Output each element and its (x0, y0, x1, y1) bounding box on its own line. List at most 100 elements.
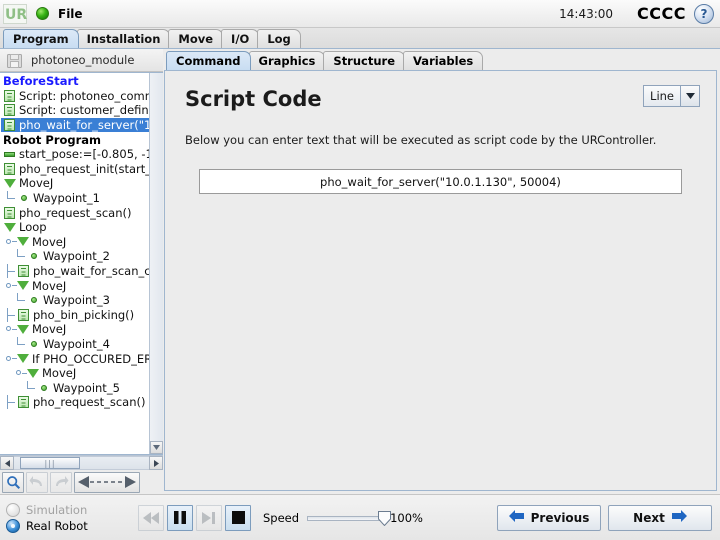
radio-simulation[interactable]: Simulation (6, 502, 134, 517)
page-title: Script Code (185, 87, 322, 111)
tree-row-label: Waypoint_5 (53, 380, 120, 395)
tree-row[interactable]: Loop (1, 220, 149, 235)
tree-row[interactable]: Script: customer_definition (1, 103, 149, 118)
tree-row-label: MoveJ (32, 322, 67, 337)
tree-row[interactable]: Waypoint_2 (1, 249, 149, 264)
radio-simulation-indicator (6, 502, 20, 517)
tree-row[interactable]: Waypoint_1 (1, 191, 149, 206)
tree-row-label: If PHO_OCCURED_ERR (32, 351, 149, 366)
tab-installation[interactable]: Installation (76, 29, 171, 48)
previous-label: Previous (530, 510, 590, 525)
tree-row[interactable]: If PHO_OCCURED_ERR (1, 351, 149, 366)
tree-row[interactable]: MoveJ (1, 235, 149, 250)
tab-command[interactable]: Command (166, 51, 251, 70)
tree-row[interactable]: pho_wait_for_server("10.0.1 (1, 117, 149, 133)
tree-row[interactable]: start_pose:=[-0.805, -1.79 (1, 147, 149, 162)
tree-expand-knob[interactable] (5, 352, 17, 366)
move-range-icon[interactable] (74, 471, 140, 493)
tab-io[interactable]: I/O (221, 29, 260, 48)
speed-slider[interactable] (307, 509, 392, 527)
script-node-icon (17, 265, 30, 278)
tree-row[interactable]: MoveJ (1, 366, 149, 381)
tree-row[interactable]: Robot Program (1, 132, 149, 147)
tree-horizontal-scrollbar[interactable]: ||| (0, 455, 163, 470)
tree-row-label: pho_bin_picking() (33, 307, 135, 322)
hscroll-track[interactable]: ||| (14, 456, 149, 470)
tree-connector (5, 264, 17, 279)
speed-slider-thumb[interactable] (378, 510, 392, 526)
tree-expand-knob[interactable] (5, 322, 17, 336)
arrow-right-icon (671, 510, 687, 525)
script-node-icon (3, 162, 16, 175)
tree-row[interactable]: MoveJ (1, 322, 149, 337)
tree-row[interactable]: Waypoint_4 (1, 336, 149, 352)
tree-row[interactable]: pho_request_init(start_pos (1, 162, 149, 177)
stop-icon[interactable] (225, 504, 251, 531)
next-button[interactable]: Next (608, 504, 712, 531)
tree-row[interactable]: pho_request_scan() (1, 205, 149, 220)
step-forward-icon[interactable] (196, 504, 222, 531)
script-code-input[interactable]: pho_wait_for_server("10.0.1.130", 50004) (199, 169, 682, 194)
radio-real-robot-indicator (6, 518, 20, 533)
search-icon[interactable] (2, 471, 24, 493)
redo-icon[interactable] (50, 471, 72, 493)
titlebar: UR File 14:43:00 CCCC ? (0, 0, 720, 28)
tree-expand-knob[interactable] (5, 279, 17, 293)
tab-program[interactable]: Program (3, 29, 79, 48)
speed-slider-track (307, 515, 390, 521)
scroll-down-arrow-icon[interactable] (150, 441, 163, 454)
waypoint-dot-icon (27, 294, 40, 307)
script-node-icon (17, 396, 30, 409)
tab-structure[interactable]: Structure (323, 51, 406, 70)
tree-expand-knob[interactable] (5, 235, 17, 249)
tree-row-label: Script: photoneo_common (19, 88, 149, 103)
tab-log[interactable]: Log (257, 29, 301, 48)
pause-icon[interactable] (167, 504, 193, 531)
arrow-left-icon (508, 510, 524, 525)
tree-row[interactable]: pho_bin_picking() (1, 307, 149, 323)
collapse-triangle-icon (16, 323, 29, 336)
chevron-down-icon[interactable] (680, 86, 699, 106)
tree-row[interactable]: Waypoint_3 (1, 293, 149, 308)
tree-row[interactable]: pho_request_scan() (1, 395, 149, 410)
previous-button[interactable]: Previous (497, 504, 601, 531)
command-content-card: Script Code Line Below you can enter tex… (164, 70, 717, 491)
tree-connector (5, 395, 17, 410)
tree-row[interactable]: MoveJ (1, 278, 149, 293)
speed-value: 100% (390, 510, 423, 525)
sub-tab-bar: Command Graphics Structure Variables (164, 50, 717, 70)
tree-row-label: pho_request_init(start_pos (19, 161, 149, 176)
tree-row-label: pho_request_scan() (33, 395, 146, 410)
tree-row[interactable]: BeforeStart (1, 74, 149, 89)
robot-mode-radio-group: Simulation Real Robot (6, 502, 134, 533)
tree-row-label: Script: customer_definition (19, 103, 149, 118)
tree-connector (15, 249, 27, 263)
tree-vertical-scrollbar[interactable] (149, 73, 163, 454)
scroll-right-arrow-icon[interactable] (149, 456, 163, 470)
program-tree[interactable]: BeforeStartScript: photoneo_commonScript… (0, 73, 149, 454)
tab-move[interactable]: Move (168, 29, 224, 48)
tree-row[interactable]: pho_wait_for_scan_com (1, 264, 149, 279)
hscroll-thumb[interactable]: ||| (20, 457, 80, 469)
module-header: photoneo_module (0, 49, 163, 72)
script-node-icon (17, 308, 30, 321)
tree-row[interactable]: MoveJ (1, 176, 149, 191)
tree-row-label: MoveJ (32, 234, 67, 249)
file-menu[interactable]: File (58, 7, 83, 21)
ur-teach-pendant-window: UR File 14:43:00 CCCC ? Program Installa… (0, 0, 720, 540)
undo-icon[interactable] (26, 471, 48, 493)
bottom-bar: Simulation Real Robot Speed 100% Previou… (0, 494, 720, 540)
main-tab-bar: Program Installation Move I/O Log (0, 28, 720, 49)
radio-real-robot[interactable]: Real Robot (6, 518, 134, 533)
help-icon[interactable]: ? (694, 3, 714, 24)
tree-connector (15, 336, 27, 351)
line-mode-select[interactable]: Line (643, 85, 700, 107)
tab-graphics[interactable]: Graphics (248, 51, 326, 70)
tree-row-label: Robot Program (3, 132, 102, 147)
tree-expand-knob[interactable] (15, 366, 27, 380)
tree-row[interactable]: Script: photoneo_common (1, 89, 149, 104)
scroll-left-arrow-icon[interactable] (0, 456, 14, 470)
rewind-icon[interactable] (138, 504, 164, 531)
tree-row[interactable]: Waypoint_5 (1, 380, 149, 395)
tab-variables[interactable]: Variables (403, 51, 484, 70)
